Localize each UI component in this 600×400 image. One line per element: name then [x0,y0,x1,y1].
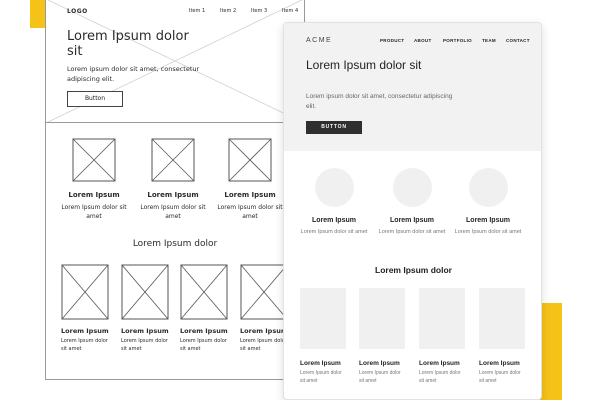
website-mockup: ACME PRODUCT ABOUT PORTFOLIO TEAM CONTAC… [283,22,542,400]
sketch-feature-text: Lorem Ipsum dolor sit amet [140,204,206,220]
image-placeholder-icon [479,288,525,349]
mockup-feature: Lorem Ipsum Lorem Ipsum dolor sit amet [299,168,369,236]
sketch-nav-item-3[interactable]: Item 3 [251,8,267,14]
mockup-nav-contact[interactable]: CONTACT [506,38,530,43]
mockup-feature-title: Lorem Ipsum [390,217,434,224]
sketch-feature-title: Lorem Ipsum [68,191,120,199]
mockup-card-text: Lorem Ipsum dolor sit amet [479,370,521,384]
sketch-feature-title: Lorem Ipsum [224,191,276,199]
mockup-card-text: Lorem Ipsum dolor sit amet [359,370,401,384]
image-placeholder-icon [359,288,405,349]
mockup-hero: ACME PRODUCT ABOUT PORTFOLIO TEAM CONTAC… [284,23,541,151]
image-placeholder-icon [240,264,288,320]
mockup-feature: Lorem Ipsum Lorem Ipsum dolor sit amet [453,168,523,236]
sketch-hero-title: Lorem Ipsum dolor sit [67,29,189,59]
sketch-card: Lorem Ipsum Lorem Ipsum dolor sit amet [180,264,230,353]
yellow-accent-block [540,303,562,400]
wireframe-sketch: LOGO Item 1 Item 2 Item 3 Item 4 Lorem I… [45,0,305,380]
sketch-nav-item-4[interactable]: Item 4 [282,8,298,14]
mockup-card: Lorem Ipsum Lorem Ipsum dolor sit amet [419,288,465,385]
mockup-card: Lorem Ipsum Lorem Ipsum dolor sit amet [479,288,525,385]
mockup-feature-text: Lorem Ipsum dolor sit amet [454,229,522,235]
sketch-section-title: Lorem Ipsum dolor [132,239,218,249]
sketch-card: Lorem Ipsum Lorem Ipsum dolor sit amet [121,264,171,353]
image-placeholder-icon [61,264,109,320]
sketch-card-title: Lorem Ipsum [180,327,228,335]
sketch-card-text: Lorem Ipsum dolor sit amet [121,338,168,352]
sketch-card-text: Lorem Ipsum dolor sit amet [180,338,227,352]
sketch-nav-item-2[interactable]: Item 2 [220,8,236,14]
sketch-logo[interactable]: LOGO [67,8,88,15]
mockup-nav-about[interactable]: ABOUT [414,38,432,43]
sketch-feature: Lorem Ipsum Lorem Ipsum dolor sit amet [138,138,208,221]
circle-image-placeholder-icon [392,168,432,207]
mockup-card-title: Lorem Ipsum [300,360,341,367]
mockup-logo[interactable]: ACME [306,37,332,44]
circle-image-placeholder-icon [314,168,354,207]
image-placeholder-icon [419,288,465,349]
mockup-card-title: Lorem Ipsum [359,360,400,367]
image-placeholder-icon [121,264,169,320]
sketch-hero-description: Lorem ipsum dolor sit amet, consectetur … [67,65,200,83]
sketch-feature-text: Lorem Ipsum dolor sit amet [61,204,127,220]
mockup-card-text: Lorem Ipsum dolor sit amet [300,370,342,384]
mockup-card: Lorem Ipsum Lorem Ipsum dolor sit amet [300,288,346,385]
circle-image-placeholder-icon [468,168,508,207]
image-placeholder-icon [300,288,346,349]
mockup-section-title: Lorem Ipsum dolor [375,265,452,275]
mockup-card-title: Lorem Ipsum [419,360,460,367]
sketch-card-title: Lorem Ipsum [61,327,109,335]
mockup-feature-text: Lorem Ipsum dolor sit amet [300,229,368,235]
mockup-hero-description: Lorem ipsum dolor sit amet, consectetur … [306,93,453,110]
sketch-feature-text: Lorem Ipsum dolor sit amet [217,204,283,220]
sketch-hero: LOGO Item 1 Item 2 Item 3 Item 4 Lorem I… [46,0,304,123]
sketch-feature: Lorem Ipsum Lorem Ipsum dolor sit amet [215,138,285,221]
image-placeholder-icon [151,138,195,182]
sketch-card-title: Lorem Ipsum [121,327,169,335]
sketch-card: Lorem Ipsum Lorem Ipsum dolor sit amet [61,264,111,353]
sketch-card-text: Lorem Ipsum dolor sit amet [61,338,108,352]
mockup-hero-title: Lorem Ipsum dolor sit [306,58,422,72]
image-placeholder-icon [180,264,228,320]
mockup-card-title: Lorem Ipsum [479,360,520,367]
sketch-hero-button[interactable]: Button [67,91,123,107]
image-placeholder-icon [72,138,116,182]
sketch-feature-title: Lorem Ipsum [147,191,199,199]
mockup-nav-team[interactable]: TEAM [482,38,496,43]
mockup-nav-portfolio[interactable]: PORTFOLIO [443,38,472,43]
mockup-feature-text: Lorem Ipsum dolor sit amet [378,229,446,235]
mockup-card-text: Lorem Ipsum dolor sit amet [419,370,461,384]
mockup-card: Lorem Ipsum Lorem Ipsum dolor sit amet [359,288,405,385]
mockup-feature: Lorem Ipsum Lorem Ipsum dolor sit amet [377,168,447,236]
sketch-nav-item-1[interactable]: Item 1 [189,8,205,14]
mockup-feature-title: Lorem Ipsum [312,217,356,224]
sketch-feature: Lorem Ipsum Lorem Ipsum dolor sit amet [59,138,129,221]
image-placeholder-icon [228,138,272,182]
mockup-feature-title: Lorem Ipsum [466,217,510,224]
mockup-hero-button[interactable]: BUTTON [306,121,362,134]
mockup-nav-product[interactable]: PRODUCT [380,38,404,43]
